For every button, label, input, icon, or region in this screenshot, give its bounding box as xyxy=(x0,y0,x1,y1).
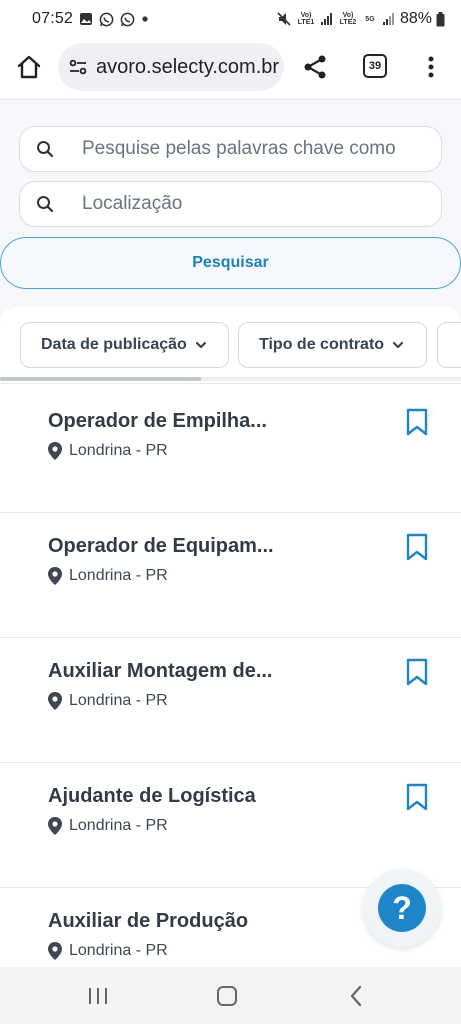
location-pin-icon xyxy=(48,942,62,960)
location-input[interactable] xyxy=(82,182,432,226)
dot-icon xyxy=(141,15,149,23)
bookmark-icon[interactable] xyxy=(404,658,430,686)
back-icon[interactable] xyxy=(348,985,364,1007)
share-icon xyxy=(304,55,326,79)
job-location-text: Londrina - PR xyxy=(69,817,168,834)
job-location-text: Londrina - PR xyxy=(69,442,168,459)
job-location: Londrina - PR xyxy=(48,442,168,460)
menu-button[interactable] xyxy=(418,52,444,82)
job-title[interactable]: Operador de Equipam... xyxy=(48,535,288,558)
filters-row[interactable]: Data de publicação Tipo de contrato xyxy=(0,322,461,368)
location-pin-icon xyxy=(48,442,62,460)
job-location-text: Londrina - PR xyxy=(69,692,168,709)
battery-icon xyxy=(436,11,445,27)
share-button[interactable] xyxy=(300,52,330,82)
job-title[interactable]: Auxiliar Montagem de... xyxy=(48,660,288,683)
status-left: 07:52 xyxy=(32,10,149,28)
help-button[interactable]: ? xyxy=(363,869,441,947)
filter-label: Tipo de contrato xyxy=(259,336,385,353)
divider xyxy=(0,383,461,384)
filter-label: Data de publicação xyxy=(41,336,187,353)
bookmark-icon[interactable] xyxy=(404,783,430,811)
page: 07:52 Vo) LTE1 Vo) LTE2 5G 88% avoro.sel… xyxy=(0,0,461,1024)
signal-icon xyxy=(320,12,334,26)
whatsapp-icon xyxy=(99,12,114,27)
job-location-text: Londrina - PR xyxy=(69,942,168,959)
keywords-field[interactable] xyxy=(19,126,442,172)
job-card[interactable]: Auxiliar Montagem de... Londrina - PR xyxy=(0,638,461,763)
signal-icon xyxy=(382,12,396,26)
home-icon xyxy=(17,55,41,79)
bookmark-icon[interactable] xyxy=(404,408,430,436)
battery-percent: 88% xyxy=(399,10,432,27)
filter-contract-type[interactable]: Tipo de contrato xyxy=(238,322,427,368)
recent-apps-icon[interactable] xyxy=(87,987,109,1005)
job-location: Londrina - PR xyxy=(48,817,168,835)
filter-publication-date[interactable]: Data de publicação xyxy=(20,322,229,368)
chevron-down-icon xyxy=(392,341,404,349)
address-bar[interactable]: avoro.selecty.com.br xyxy=(58,43,284,91)
more-vert-icon xyxy=(428,56,434,78)
job-location: Londrina - PR xyxy=(48,567,168,585)
job-card[interactable]: Operador de Empilha... Londrina - PR xyxy=(0,388,461,513)
location-pin-icon xyxy=(48,692,62,710)
tabs-button[interactable]: 39 xyxy=(363,54,387,78)
search-icon xyxy=(37,141,54,158)
help-icon: ? xyxy=(378,884,426,932)
keywords-input[interactable] xyxy=(82,127,432,171)
browser-toolbar: avoro.selecty.com.br 39 xyxy=(0,38,461,100)
job-card[interactable]: Operador de Equipam... Londrina - PR xyxy=(0,513,461,638)
5g-label: 5G xyxy=(365,15,375,23)
tune-icon xyxy=(69,59,87,75)
job-location: Londrina - PR xyxy=(48,942,168,960)
results-panel: Data de publicação Tipo de contrato Oper… xyxy=(0,307,461,967)
location-pin-icon xyxy=(48,567,62,585)
bookmark-icon[interactable] xyxy=(404,533,430,561)
job-title[interactable]: Ajudante de Logística xyxy=(48,785,288,808)
chevron-down-icon xyxy=(195,341,206,349)
job-title[interactable]: Auxiliar de Produção xyxy=(48,910,288,933)
status-right: Vo) LTE1 Vo) LTE2 5G 88% xyxy=(276,10,445,28)
mute-icon xyxy=(276,11,292,27)
lte1-label: Vo) LTE1 xyxy=(297,12,315,26)
home-button[interactable] xyxy=(14,52,44,82)
location-pin-icon xyxy=(48,817,62,835)
job-location: Londrina - PR xyxy=(48,692,168,710)
search-icon xyxy=(37,196,54,213)
system-nav-bar xyxy=(0,967,461,1024)
status-time: 07:52 xyxy=(32,10,74,27)
whatsapp-business-icon xyxy=(120,12,135,27)
job-title[interactable]: Operador de Empilha... xyxy=(48,410,288,433)
filter-next-chip[interactable] xyxy=(437,322,461,368)
url-text: avoro.selecty.com.br xyxy=(96,55,280,78)
gallery-icon xyxy=(79,12,93,26)
location-field[interactable] xyxy=(19,181,442,227)
filters-scrollbar[interactable] xyxy=(0,377,461,381)
nav-home-icon[interactable] xyxy=(217,986,237,1006)
filters-scroll-thumb[interactable] xyxy=(0,377,201,381)
job-location-text: Londrina - PR xyxy=(69,567,168,584)
status-bar: 07:52 Vo) LTE1 Vo) LTE2 5G 88% xyxy=(0,0,461,38)
search-area: Pesquisar xyxy=(0,101,461,307)
lte2-label: Vo) LTE2 xyxy=(339,12,357,26)
search-button[interactable]: Pesquisar xyxy=(0,237,461,289)
